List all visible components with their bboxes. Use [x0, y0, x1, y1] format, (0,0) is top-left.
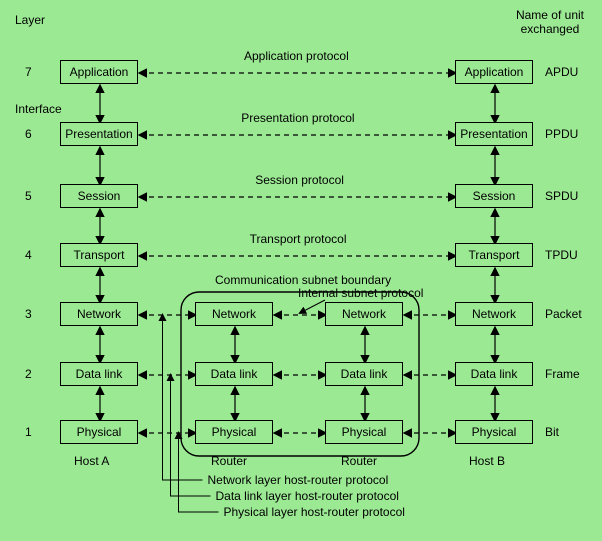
router1-data-link: Data link: [195, 362, 273, 386]
unit-Bit: Bit: [545, 425, 559, 439]
unit-TPDU: TPDU: [545, 248, 578, 262]
unit-PPDU: PPDU: [545, 127, 578, 141]
proto-7: Application protocol: [244, 49, 349, 63]
unit-Frame: Frame: [545, 367, 580, 381]
unit-SPDU: SPDU: [545, 189, 578, 203]
hostB-network: Network: [455, 302, 533, 326]
hostB-transport: Transport: [455, 243, 533, 267]
label-router1: Router: [211, 454, 247, 468]
layer-num-3: 3: [25, 307, 32, 321]
layer-num-4: 4: [25, 248, 32, 262]
proto-4: Transport protocol: [250, 232, 347, 246]
router2-physical: Physical: [325, 420, 403, 444]
label-router2: Router: [341, 454, 377, 468]
proto-5: Session protocol: [255, 173, 344, 187]
hostA-physical: Physical: [60, 420, 138, 444]
hostA-application: Application: [60, 60, 138, 84]
router2-data-link: Data link: [325, 362, 403, 386]
layer-num-2: 2: [25, 367, 32, 381]
proto-6: Presentation protocol: [241, 111, 354, 125]
label-hostB: Host B: [469, 454, 505, 468]
layer-num-5: 5: [25, 189, 32, 203]
label-subnet: Communication subnet boundary: [215, 273, 391, 287]
hostA-data-link: Data link: [60, 362, 138, 386]
router2-network: Network: [325, 302, 403, 326]
label-hr-2: Physical layer host-router protocol: [224, 505, 405, 519]
label-hostA: Host A: [74, 454, 109, 468]
label-hr-1: Data link layer host-router protocol: [216, 489, 399, 503]
layer-num-1: 1: [25, 425, 32, 439]
hostA-network: Network: [60, 302, 138, 326]
label-internal: Internal subnet protocol: [298, 286, 423, 300]
unit-APDU: APDU: [545, 65, 578, 79]
hostB-session: Session: [455, 184, 533, 208]
layer-num-6: 6: [25, 127, 32, 141]
hostB-physical: Physical: [455, 420, 533, 444]
router1-network: Network: [195, 302, 273, 326]
hostB-application: Application: [455, 60, 533, 84]
hostB-presentation: Presentation: [455, 122, 533, 146]
hostA-session: Session: [60, 184, 138, 208]
hostB-data-link: Data link: [455, 362, 533, 386]
router1-physical: Physical: [195, 420, 273, 444]
layer-num-7: 7: [25, 65, 32, 79]
unit-Packet: Packet: [545, 307, 582, 321]
hostA-presentation: Presentation: [60, 122, 138, 146]
hostA-transport: Transport: [60, 243, 138, 267]
label-hr-0: Network layer host-router protocol: [208, 473, 389, 487]
